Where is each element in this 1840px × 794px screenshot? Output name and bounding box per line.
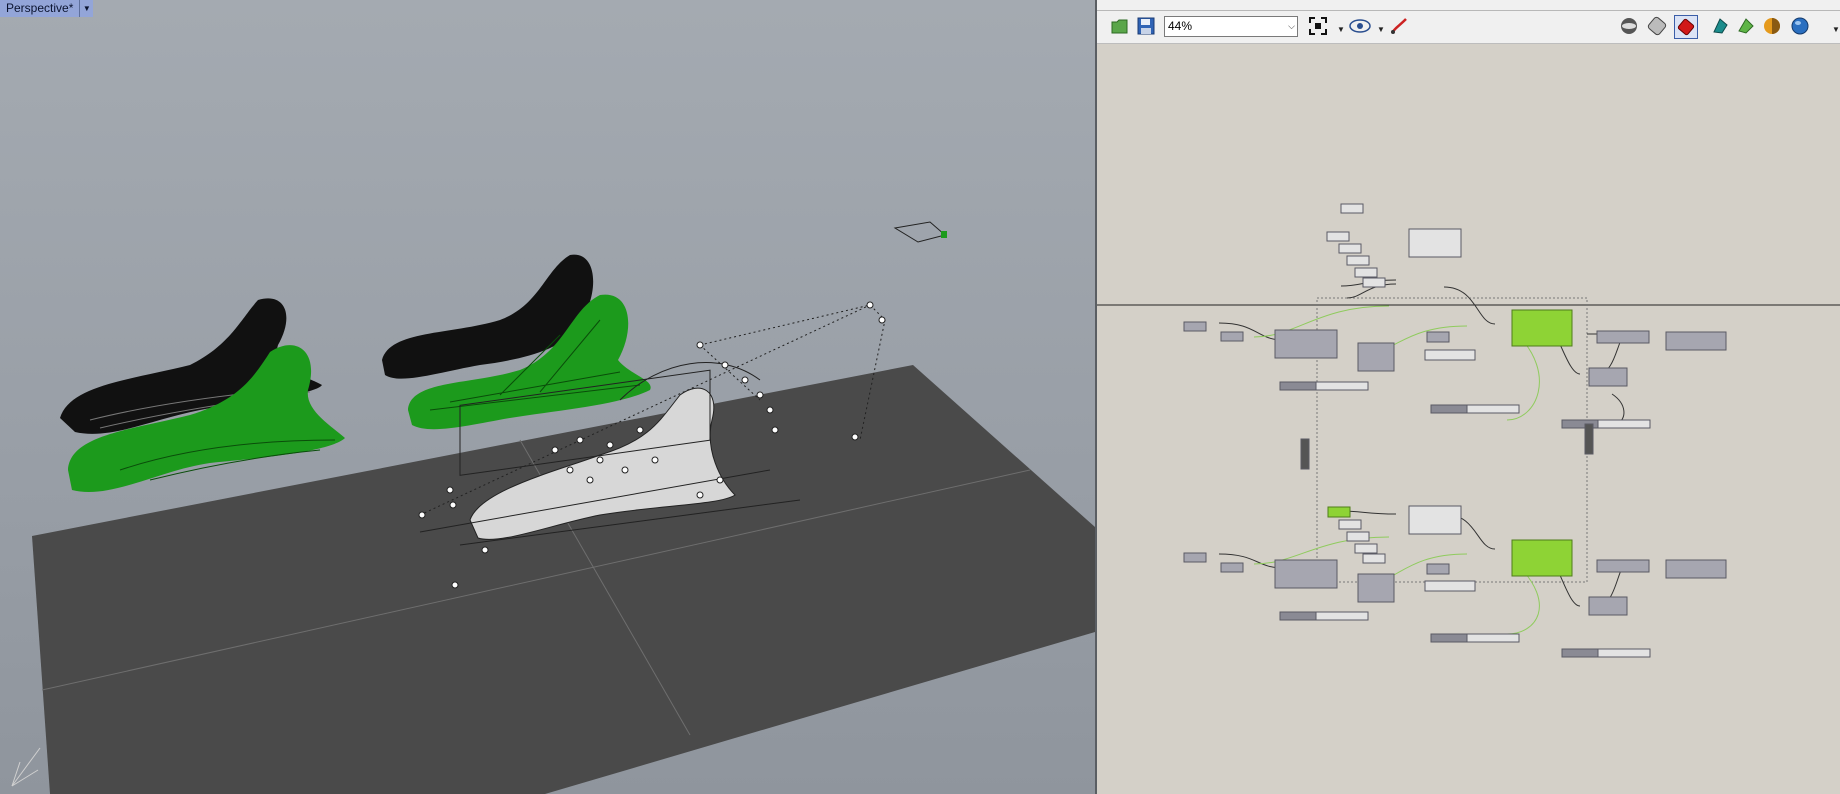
open-file-icon[interactable] — [1109, 15, 1131, 37]
gh-param — [1220, 331, 1244, 342]
preview-wire-icon[interactable] — [1618, 15, 1640, 37]
grasshopper-toolbar: 44% ⌵ ▼ ▼ ▼ — [1097, 11, 1840, 44]
gh-component — [1665, 559, 1727, 579]
gh-param — [1326, 231, 1350, 242]
preview-shaded-icon[interactable] — [1646, 15, 1668, 37]
gh-param — [1584, 423, 1594, 455]
gh-param — [1220, 562, 1244, 573]
gh-param — [1426, 563, 1450, 575]
gh-param-green — [1327, 506, 1351, 518]
sketch-pen-icon[interactable] — [1388, 15, 1410, 37]
gh-param — [1354, 543, 1378, 554]
material-icon[interactable] — [1761, 15, 1783, 37]
gh-param — [1346, 531, 1370, 542]
zoom-level-select[interactable]: 44% ⌵ — [1164, 16, 1298, 37]
chevron-down-icon[interactable]: ▼ — [1337, 25, 1345, 34]
chevron-down-icon[interactable]: ▼ — [1832, 25, 1840, 34]
gh-param — [1340, 203, 1364, 214]
gh-component — [1408, 505, 1462, 535]
gh-component — [1596, 559, 1650, 573]
gh-component — [1357, 573, 1395, 603]
zoom-extents-icon[interactable] — [1307, 15, 1329, 37]
gh-param — [1183, 552, 1207, 563]
chevron-down-icon[interactable]: ▼ — [1377, 25, 1385, 34]
grasshopper-canvas[interactable] — [1097, 44, 1840, 794]
gh-slider — [1424, 580, 1476, 592]
save-file-icon[interactable] — [1135, 15, 1157, 37]
gh-slider — [1424, 349, 1476, 361]
gh-component-selected — [1511, 309, 1573, 347]
preview-selected-icon[interactable] — [1674, 15, 1698, 39]
gh-component — [1274, 559, 1338, 589]
gh-component — [1588, 367, 1628, 387]
gh-component-selected — [1511, 539, 1573, 577]
world-axes-icon — [11, 747, 41, 787]
grasshopper-title-strip — [1097, 0, 1840, 11]
zoom-level-value: 44% — [1168, 19, 1193, 33]
display-mesh-icon[interactable] — [1735, 15, 1757, 37]
gh-param — [1346, 255, 1370, 266]
preview-eye-icon[interactable] — [1349, 15, 1371, 37]
viewport-scene[interactable] — [0, 0, 1095, 794]
camera-icon — [893, 221, 947, 243]
triangle-down-icon[interactable]: ▼ — [80, 0, 94, 17]
gh-component — [1274, 329, 1338, 359]
camera-target-marker — [941, 231, 947, 238]
gh-param — [1362, 553, 1386, 564]
gh-param — [1300, 438, 1310, 470]
viewport-title-tab[interactable]: Perspective* — [0, 0, 81, 17]
gh-param — [1354, 267, 1378, 278]
gh-component — [1357, 342, 1395, 372]
gh-component — [1408, 228, 1462, 258]
gh-param — [1362, 277, 1386, 288]
sphere-icon[interactable] — [1789, 15, 1811, 37]
bake-icon[interactable] — [1709, 15, 1731, 37]
gh-param — [1183, 321, 1207, 332]
gh-param — [1338, 243, 1362, 254]
gh-component — [1596, 330, 1650, 344]
grasshopper-panel: 44% ⌵ ▼ ▼ ▼ — [1097, 0, 1840, 794]
rhino-perspective-viewport[interactable]: Perspective* ▼ — [0, 0, 1095, 794]
gh-param — [1338, 519, 1362, 530]
gh-param — [1426, 331, 1450, 343]
gh-component — [1665, 331, 1727, 351]
chevron-down-icon: ⌵ — [1288, 21, 1295, 31]
gh-component — [1588, 596, 1628, 616]
